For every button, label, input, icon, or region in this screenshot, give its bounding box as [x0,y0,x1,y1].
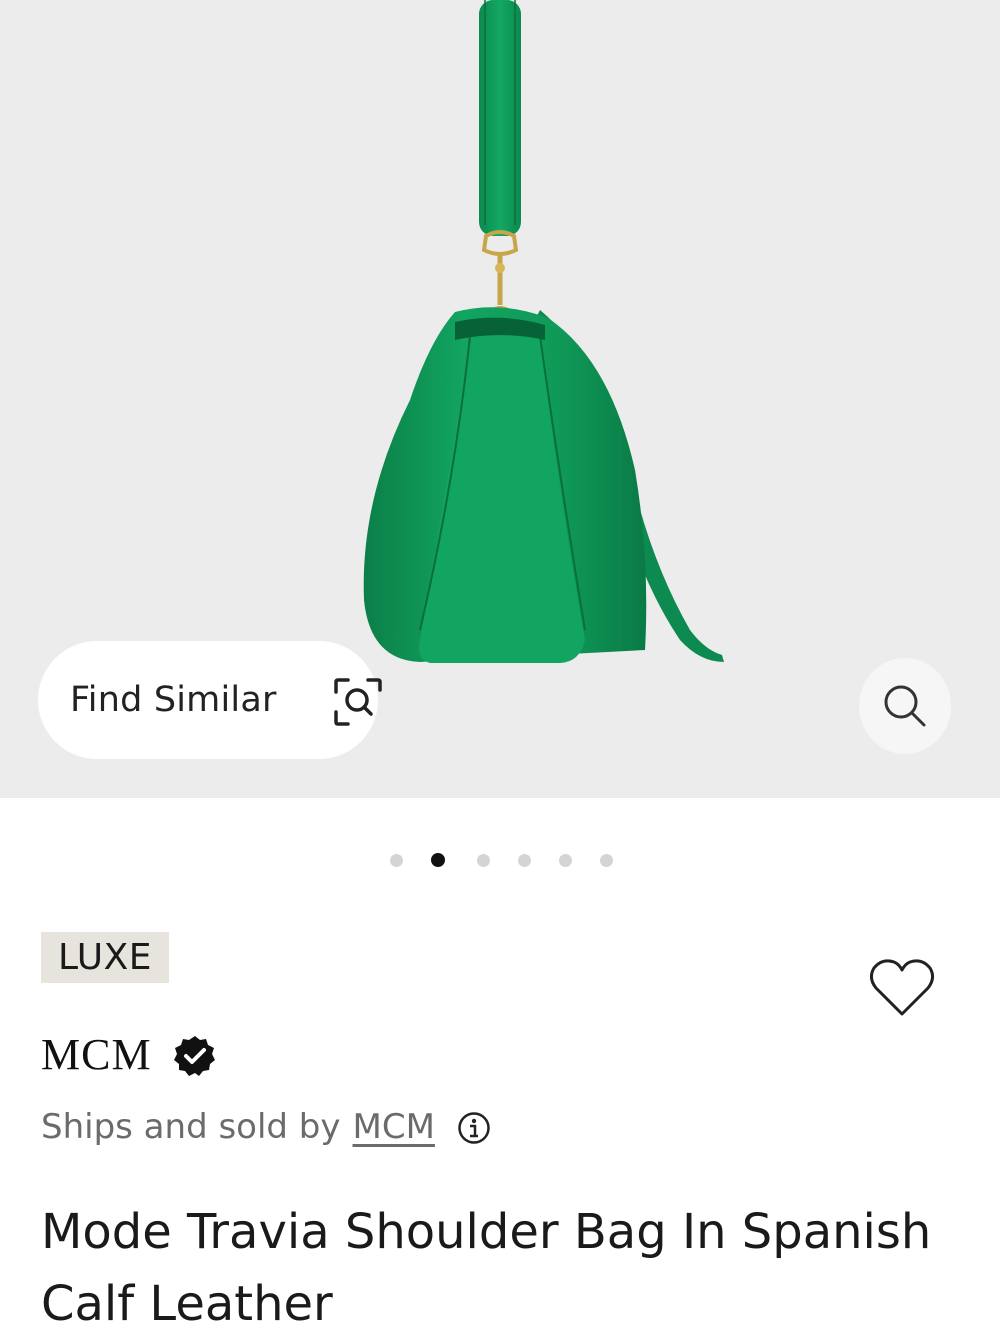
carousel-dot[interactable] [518,854,531,867]
ships-prefix: Ships and sold by [41,1107,341,1147]
carousel-dots [0,853,1000,869]
product-image-gallery[interactable]: Find Similar [0,0,1000,798]
carousel-dot[interactable] [600,854,613,867]
carousel-dot[interactable] [390,854,403,867]
verified-badge-icon [173,1036,215,1076]
seller-link[interactable]: MCM [353,1107,435,1147]
find-similar-label: Find Similar [70,680,277,720]
search-icon [884,685,926,727]
carousel-dot-active[interactable] [431,853,445,867]
visual-search-icon [334,678,382,726]
carousel-dot[interactable] [477,854,490,867]
info-icon[interactable] [457,1111,491,1145]
heart-icon[interactable] [868,956,936,1018]
product-title: Mode Travia Shoulder Bag In Spanish Calf… [41,1204,932,1332]
zoom-button[interactable] [859,658,951,754]
carousel-dot[interactable] [559,854,572,867]
brand-name[interactable]: MCM [41,1029,152,1080]
luxe-badge: LUXE [41,932,169,983]
brand-row: MCM [41,1024,216,1084]
find-similar-button[interactable]: Find Similar [38,641,382,759]
seller-info: Ships and sold by MCM [41,1100,491,1154]
